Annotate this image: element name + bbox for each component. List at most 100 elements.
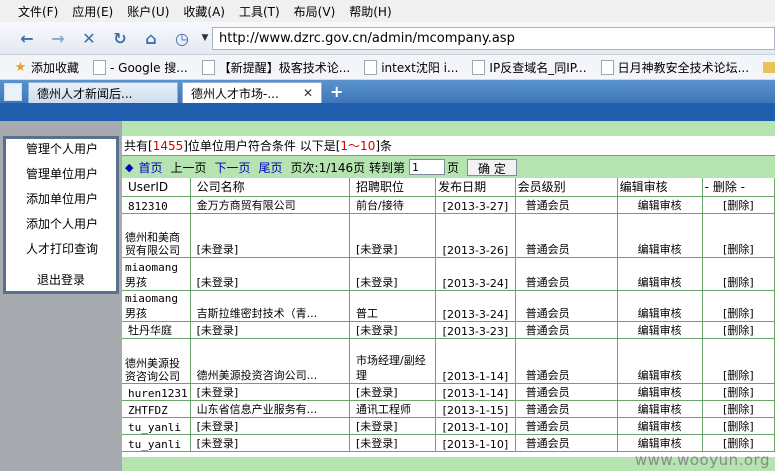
cell-date: [2013-3-27] <box>435 196 516 214</box>
delete-link[interactable]: [删除] <box>702 338 775 384</box>
edit-audit-link[interactable]: 编辑审核 <box>617 321 703 339</box>
forward-arrow-icon[interactable]: → <box>45 25 71 51</box>
cell-userid: miaomang男孩 <box>122 257 191 291</box>
bookmark-folder[interactable]: 链 <box>763 59 775 76</box>
navigation-toolbar: ← → ✕ ↻ ⌂ ◷ ▼ http://www.dzrc.gov.cn/adm… <box>0 22 775 55</box>
edit-audit-link[interactable]: 编辑审核 <box>617 417 703 435</box>
summary-suffix: ]条 <box>375 139 393 153</box>
page-number-input[interactable] <box>408 159 445 175</box>
go-button[interactable]: 确 定 <box>467 158 517 176</box>
menu-tools[interactable]: 工具(T) <box>239 3 280 20</box>
sidebar-item-print-query[interactable]: 人才打印查询 <box>6 239 116 264</box>
delete-link[interactable]: [删除] <box>702 257 775 291</box>
bookmarks-bar: ★ 添加收藏 - Google 搜... 【新提醒】极客技术论... intex… <box>0 55 775 80</box>
history-dropdown-icon[interactable]: ▼ <box>200 25 210 51</box>
table-row: miaomang男孩 [未登录] [未登录] [2013-3-24] 普通会员 … <box>122 257 775 291</box>
menu-help[interactable]: 帮助(H) <box>349 3 391 20</box>
diamond-bullet-icon: ◆ <box>125 160 134 174</box>
bookmark-google[interactable]: - Google 搜... <box>93 59 188 76</box>
delete-link[interactable]: [删除] <box>702 213 775 258</box>
logout-link[interactable]: 退出登录 <box>6 270 116 295</box>
page-icon <box>364 59 378 75</box>
stop-icon[interactable]: ✕ <box>76 25 102 51</box>
delete-link[interactable]: [删除] <box>702 383 775 401</box>
page-icon <box>600 59 614 75</box>
cell-company: [未登录] <box>190 417 351 435</box>
cell-userid: huren1231 <box>122 383 191 401</box>
cell-job: [未登录] <box>349 434 437 452</box>
page-icon <box>201 59 215 75</box>
close-icon[interactable]: ✕ <box>303 86 313 100</box>
first-page-link[interactable]: 首页 <box>138 159 162 176</box>
next-page-link[interactable]: 下一页 <box>215 159 251 176</box>
delete-link[interactable]: [删除] <box>702 400 775 418</box>
table-row: 牡丹华庭 [未登录] [未登录] [2013-3-23] 普通会员 编辑审核 [… <box>122 321 775 339</box>
summary-prefix: 共有[ <box>124 139 153 153</box>
delete-link[interactable]: [删除] <box>702 196 775 214</box>
col-userid: UserID <box>122 178 191 197</box>
tab-news-admin[interactable]: 德州人才新闻后... <box>28 82 178 103</box>
bookmark-security-forum[interactable]: 日月神教安全技术论坛... <box>600 59 749 76</box>
sidebar-item-add-company[interactable]: 添加单位用户 <box>6 189 116 214</box>
cell-level: 普通会员 <box>515 257 618 291</box>
cell-company: [未登录] <box>190 213 351 258</box>
menu-account[interactable]: 账户(U) <box>127 3 169 20</box>
menu-favorites[interactable]: 收藏(A) <box>183 3 225 20</box>
edit-audit-link[interactable]: 编辑审核 <box>617 257 703 291</box>
back-arrow-icon[interactable]: ← <box>14 25 40 51</box>
summary-middle: ]位单位用户符合条件 以下是[ <box>183 139 341 153</box>
tab-bar: 德州人才新闻后... 德州人才市场-... ✕ + <box>0 80 775 103</box>
tab-overview-icon[interactable] <box>4 83 22 101</box>
page-header-band <box>0 103 775 121</box>
edit-audit-link[interactable]: 编辑审核 <box>617 434 703 452</box>
cell-job: 通讯工程师 <box>349 400 437 418</box>
bookmark-ip-lookup[interactable]: IP反查域名_同IP... <box>472 59 587 76</box>
edit-audit-link[interactable]: 编辑审核 <box>617 400 703 418</box>
delete-link[interactable]: [删除] <box>702 417 775 435</box>
edit-audit-link[interactable]: 编辑审核 <box>617 196 703 214</box>
edit-audit-link[interactable]: 编辑审核 <box>617 338 703 384</box>
company-users-table: UserID 公司名称 招聘职位 发布日期 会员级别 编辑审核 - 删除 - 8… <box>122 178 775 452</box>
bookmark-label: IP反查域名_同IP... <box>489 60 587 75</box>
table-row: huren1231 [未登录] [未登录] [2013-1-14] 普通会员 编… <box>122 383 775 401</box>
cell-level: 普通会员 <box>515 213 618 258</box>
bookmark-geek-forum[interactable]: 【新提醒】极客技术论... <box>201 59 350 76</box>
delete-link[interactable]: [删除] <box>702 321 775 339</box>
cell-company: [未登录] <box>190 321 351 339</box>
sidebar-item-manage-personal[interactable]: 管理个人用户 <box>6 139 116 164</box>
edit-audit-link[interactable]: 编辑审核 <box>617 213 703 258</box>
edit-audit-link[interactable]: 编辑审核 <box>617 290 703 322</box>
table-row: 德州和美商贸有限公司 [未登录] [未登录] [2013-3-26] 普通会员 … <box>122 213 775 258</box>
menu-layout[interactable]: 布局(V) <box>294 3 336 20</box>
admin-menu: 管理个人用户 管理单位用户 添加单位用户 添加个人用户 人才打印查询 退出登录 <box>3 136 119 294</box>
col-delete: - 删除 - <box>702 178 775 197</box>
sidebar-item-add-personal[interactable]: 添加个人用户 <box>6 214 116 239</box>
menu-apps[interactable]: 应用(E) <box>72 3 113 20</box>
cell-userid: ZHTFDZ <box>122 400 191 418</box>
last-page-link[interactable]: 尾页 <box>259 159 283 176</box>
col-job: 招聘职位 <box>349 178 437 197</box>
edit-audit-link[interactable]: 编辑审核 <box>617 383 703 401</box>
address-bar[interactable]: http://www.dzrc.gov.cn/admin/mcompany.as… <box>212 27 775 50</box>
cell-level: 普通会员 <box>515 434 618 452</box>
delete-link[interactable]: [删除] <box>702 434 775 452</box>
refresh-icon[interactable]: ↻ <box>107 25 133 51</box>
delete-link[interactable]: [删除] <box>702 290 775 322</box>
star-icon: ★ <box>14 59 27 75</box>
bookmark-intext[interactable]: intext沈阳 i... <box>364 59 458 76</box>
sidebar-item-manage-company[interactable]: 管理单位用户 <box>6 164 116 189</box>
new-tab-plus-icon[interactable]: + <box>330 82 343 101</box>
history-icon[interactable]: ◷ <box>169 25 195 51</box>
page-info: 页次:1/146页 转到第 <box>290 160 405 175</box>
prev-page-link[interactable]: 上一页 <box>170 159 206 176</box>
tab-talent-market[interactable]: 德州人才市场-... ✕ <box>182 82 322 103</box>
bookmark-add[interactable]: ★ 添加收藏 <box>14 59 79 76</box>
menu-file[interactable]: 文件(F) <box>18 3 58 20</box>
page-icon <box>472 59 486 75</box>
table-row: tu_yanli [未登录] [未登录] [2013-1-10] 普通会员 编辑… <box>122 434 775 452</box>
cell-level: 普通会员 <box>515 383 618 401</box>
cell-level: 普通会员 <box>515 417 618 435</box>
cell-level: 普通会员 <box>515 290 618 322</box>
home-icon[interactable]: ⌂ <box>138 25 164 51</box>
cell-job: 普工 <box>349 290 437 322</box>
